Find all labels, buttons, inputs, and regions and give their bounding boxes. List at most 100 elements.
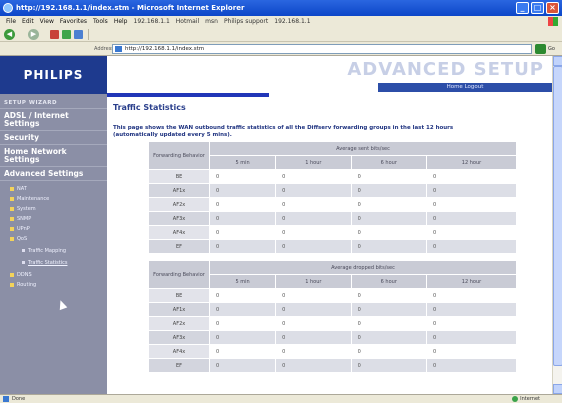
sidebar-sub-maintenance[interactable]: Maintenance — [10, 196, 49, 202]
go-button[interactable]: Go — [548, 42, 555, 56]
status-text: Done — [12, 396, 26, 402]
menu-edit[interactable]: Edit — [22, 16, 34, 27]
address-label: Address — [94, 46, 114, 52]
link-router-2[interactable]: 192.168.1.1 — [274, 16, 310, 27]
column-header: 1 hour — [276, 156, 351, 169]
bullet-icon — [10, 186, 14, 191]
address-input[interactable]: http://192.168.1.1/index.stm — [112, 44, 532, 54]
sidebar-item-home-network[interactable]: Home Network Settings — [4, 148, 104, 164]
table-header: Average sent bits/sec — [210, 142, 516, 155]
menu-bar: File Edit View Favorites Tools Help 192.… — [0, 16, 562, 27]
forward-icon[interactable]: ▶ — [28, 29, 39, 40]
table-header: Forwarding Behavior — [149, 142, 209, 169]
bullet-icon — [22, 261, 25, 264]
table-row: AF4x 0000 — [149, 345, 516, 358]
home-logout-bar[interactable]: Home Logout — [378, 83, 552, 92]
bullet-icon — [10, 236, 14, 241]
back-icon[interactable]: ◀ — [4, 29, 15, 40]
maximize-button[interactable]: □ — [531, 2, 544, 14]
window-title: http://192.168.1.1/index.stm - Microsoft… — [16, 4, 245, 12]
advanced-setup-banner: ADVANCED SETUP — [347, 59, 544, 80]
menu-tools[interactable]: Tools — [93, 16, 108, 27]
status-bar: Done Internet — [0, 394, 562, 403]
table-row: AF4x 0000 — [149, 226, 516, 239]
menu-help[interactable]: Help — [114, 16, 128, 27]
minimize-button[interactable]: _ — [516, 2, 529, 14]
table-row: BE 0000 — [149, 289, 516, 302]
menu-favorites[interactable]: Favorites — [60, 16, 87, 27]
main-content: Traffic Statistics This page shows the W… — [107, 97, 552, 394]
philips-logo: PHILIPS — [0, 56, 107, 94]
sidebar-item-security[interactable]: Security — [4, 134, 104, 142]
scroll-thumb[interactable] — [553, 66, 562, 366]
home-icon[interactable] — [74, 30, 83, 39]
sidebar-item-advanced[interactable]: Advanced Settings — [4, 170, 104, 178]
sidebar-sub-ddns[interactable]: DDNS — [10, 272, 32, 278]
table-row: AF3x 0000 — [149, 212, 516, 225]
scroll-down-icon[interactable] — [553, 384, 562, 394]
link-hotmail[interactable]: Hotmail — [176, 16, 199, 27]
sidebar-divider — [0, 144, 107, 145]
sidebar-divider — [0, 166, 107, 167]
windows-logo-icon — [548, 17, 558, 26]
link-router[interactable]: 192.168.1.1 — [134, 16, 170, 27]
table-row: AF3x 0000 — [149, 331, 516, 344]
table-row: AF1x 0000 — [149, 303, 516, 316]
refresh-icon[interactable] — [62, 30, 71, 39]
sidebar-sub-snmp[interactable]: SNMP — [10, 216, 31, 222]
sidebar-sub-traffic-mapping[interactable]: Traffic Mapping — [22, 248, 66, 254]
sidebar-sub-traffic-statistics[interactable]: Traffic Statistics — [22, 260, 67, 266]
sidebar-sub-routing[interactable]: Routing — [10, 282, 36, 288]
sidebar-sub-system[interactable]: System — [10, 206, 36, 212]
scroll-up-icon[interactable] — [553, 56, 562, 66]
stop-icon[interactable] — [50, 30, 59, 39]
ie-icon — [3, 3, 13, 13]
sidebar-sub-upnp[interactable]: UPnP — [10, 226, 30, 232]
table-row: BE 0000 — [149, 170, 516, 183]
sidebar-sub-qos[interactable]: QoS — [10, 236, 27, 242]
column-header: 6 hour — [351, 156, 426, 169]
title-bar: http://192.168.1.1/index.stm - Microsoft… — [0, 0, 562, 16]
setup-wizard-link[interactable]: SETUP WIZARD — [4, 100, 57, 106]
table-row: AF1x 0000 — [149, 184, 516, 197]
window-controls: _ □ × — [516, 2, 559, 14]
sidebar-divider — [0, 108, 107, 109]
table-header: Average dropped bits/sec — [210, 261, 516, 274]
page-icon — [3, 396, 9, 402]
menu-file[interactable]: File — [6, 16, 16, 27]
bullet-icon — [10, 216, 14, 221]
internet-zone-icon — [512, 396, 518, 402]
page-icon — [115, 46, 122, 52]
sidebar: SETUP WIZARD ADSL / Internet Settings Se… — [0, 94, 107, 394]
column-header: 5 min — [210, 275, 276, 288]
column-header: 1 hour — [276, 275, 351, 288]
close-button[interactable]: × — [546, 2, 559, 14]
table-row: EF 0000 — [149, 240, 516, 253]
browser-window: http://192.168.1.1/index.stm - Microsoft… — [0, 0, 562, 403]
column-header: 12 hour — [427, 156, 516, 169]
bullet-icon — [22, 249, 25, 252]
sidebar-divider — [0, 180, 107, 181]
bullet-icon — [10, 206, 14, 211]
toolbar-separator — [88, 29, 89, 40]
menu-view[interactable]: View — [40, 16, 54, 27]
column-header: 12 hour — [427, 275, 516, 288]
sent-stats-table: Forwarding Behavior Average sent bits/se… — [148, 141, 517, 254]
page-description: This page shows the WAN outbound traffic… — [113, 125, 454, 138]
address-url: http://192.168.1.1/index.stm — [125, 46, 205, 52]
table-row: AF2x 0000 — [149, 317, 516, 330]
dropped-stats-table: Forwarding Behavior Average dropped bits… — [148, 260, 517, 373]
link-msn[interactable]: msn — [205, 16, 218, 27]
page-content: PHILIPS ADVANCED SETUP Home Logout SETUP… — [0, 56, 562, 394]
link-philips-support[interactable]: Philips support — [224, 16, 268, 27]
address-bar: Address http://192.168.1.1/index.stm Go — [0, 42, 562, 56]
table-row: EF 0000 — [149, 359, 516, 372]
bullet-icon — [10, 226, 14, 231]
page-title: Traffic Statistics — [113, 103, 186, 112]
vertical-scrollbar[interactable] — [552, 56, 562, 394]
bullet-icon — [10, 272, 14, 277]
go-icon[interactable] — [535, 44, 546, 54]
sidebar-sub-nat[interactable]: NAT — [10, 186, 27, 192]
sidebar-item-adsl[interactable]: ADSL / Internet Settings — [4, 112, 104, 128]
column-header: 6 hour — [351, 275, 426, 288]
